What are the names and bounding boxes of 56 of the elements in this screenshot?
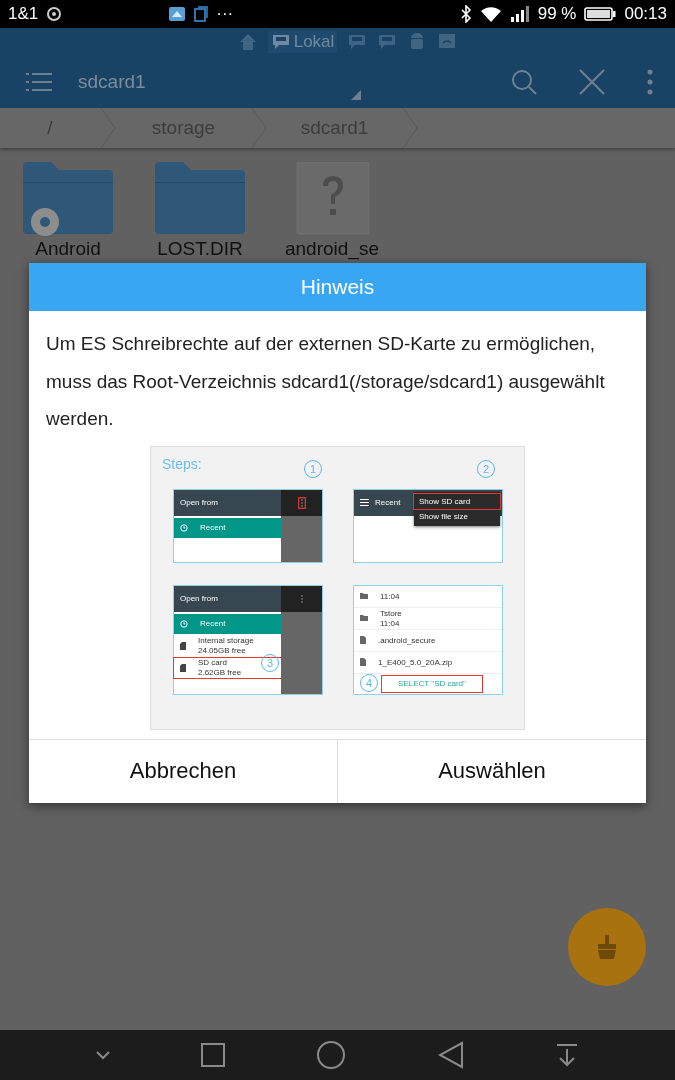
search-icon[interactable] (511, 69, 537, 95)
bluetooth-icon (459, 5, 472, 23)
panel-title: Recent (375, 498, 401, 507)
location-tab[interactable]: Lokal (267, 31, 338, 53)
signal-icon (509, 5, 530, 23)
folder-icon (360, 615, 368, 621)
dropdown-triangle-icon[interactable] (351, 90, 361, 100)
home-button-icon[interactable] (316, 1040, 347, 1070)
row-label: Internal storage (198, 636, 254, 645)
file-label: Tstore (380, 608, 402, 618)
dialog-title: Hinweis (29, 263, 646, 311)
breadcrumb-item[interactable]: / (0, 117, 100, 139)
recent-apps-icon[interactable] (201, 1043, 226, 1067)
download-icon[interactable] (555, 1043, 580, 1067)
folder-icon (360, 593, 368, 599)
file-icon (360, 658, 366, 666)
wifi-icon (479, 5, 502, 23)
row-label: Recent (200, 523, 226, 532)
copy-icon (194, 6, 209, 22)
menu-icon (360, 499, 369, 506)
file-time: 11:04 (380, 591, 400, 601)
back-icon[interactable] (437, 1041, 464, 1069)
file-label: 1_E400_5.0_20A.zip (378, 657, 453, 667)
row-label: Recent (200, 619, 226, 628)
clock-icon (180, 523, 188, 532)
row-detail: 24.05GB free (198, 646, 247, 655)
dialog-button[interactable]: Abbrechen (29, 739, 337, 803)
close-icon[interactable] (579, 69, 605, 95)
settings-folder-icon[interactable] (23, 162, 113, 236)
file-name[interactable]: android_se (285, 238, 379, 260)
chevron-icon (251, 108, 267, 148)
battery-level: 99 % (537, 4, 577, 24)
chevron-icon (100, 108, 116, 148)
carrier-name: 1&1 (8, 4, 39, 24)
row-label: SD card (198, 658, 228, 667)
battery-icon (584, 6, 617, 22)
chevron-icon (402, 108, 418, 148)
chevron-down-icon[interactable] (95, 1050, 110, 1060)
file-name[interactable]: LOST.DIR (157, 238, 243, 260)
folder-title: sdcard1 (78, 71, 146, 93)
file-icon (360, 636, 366, 644)
app-icon (168, 6, 187, 22)
menu-icon[interactable] (26, 71, 52, 93)
dialog-button[interactable]: Auswählen (337, 739, 646, 803)
steps-heading: Steps: (162, 455, 202, 472)
dialog-message: Um ES Schreibrechte auf der externen SD-Karte zu ermöglichen, muss das Root-Verzeichnis sdcard1(/storage/sdcard1) ausgewählt werden. (45, 332, 606, 431)
more-icon[interactable] (647, 69, 653, 95)
more-notifications: ··· (216, 4, 234, 24)
row-detail: 2.62GB free (198, 668, 242, 677)
file-name[interactable]: Android (35, 238, 101, 260)
clock: 00:13 (624, 4, 667, 24)
file-time: 11:04 (380, 618, 401, 628)
panel-title: Open from (180, 498, 218, 507)
file-label: .android_secure (378, 635, 436, 645)
clock-icon (180, 619, 188, 628)
panel-title: Open from (180, 594, 218, 603)
